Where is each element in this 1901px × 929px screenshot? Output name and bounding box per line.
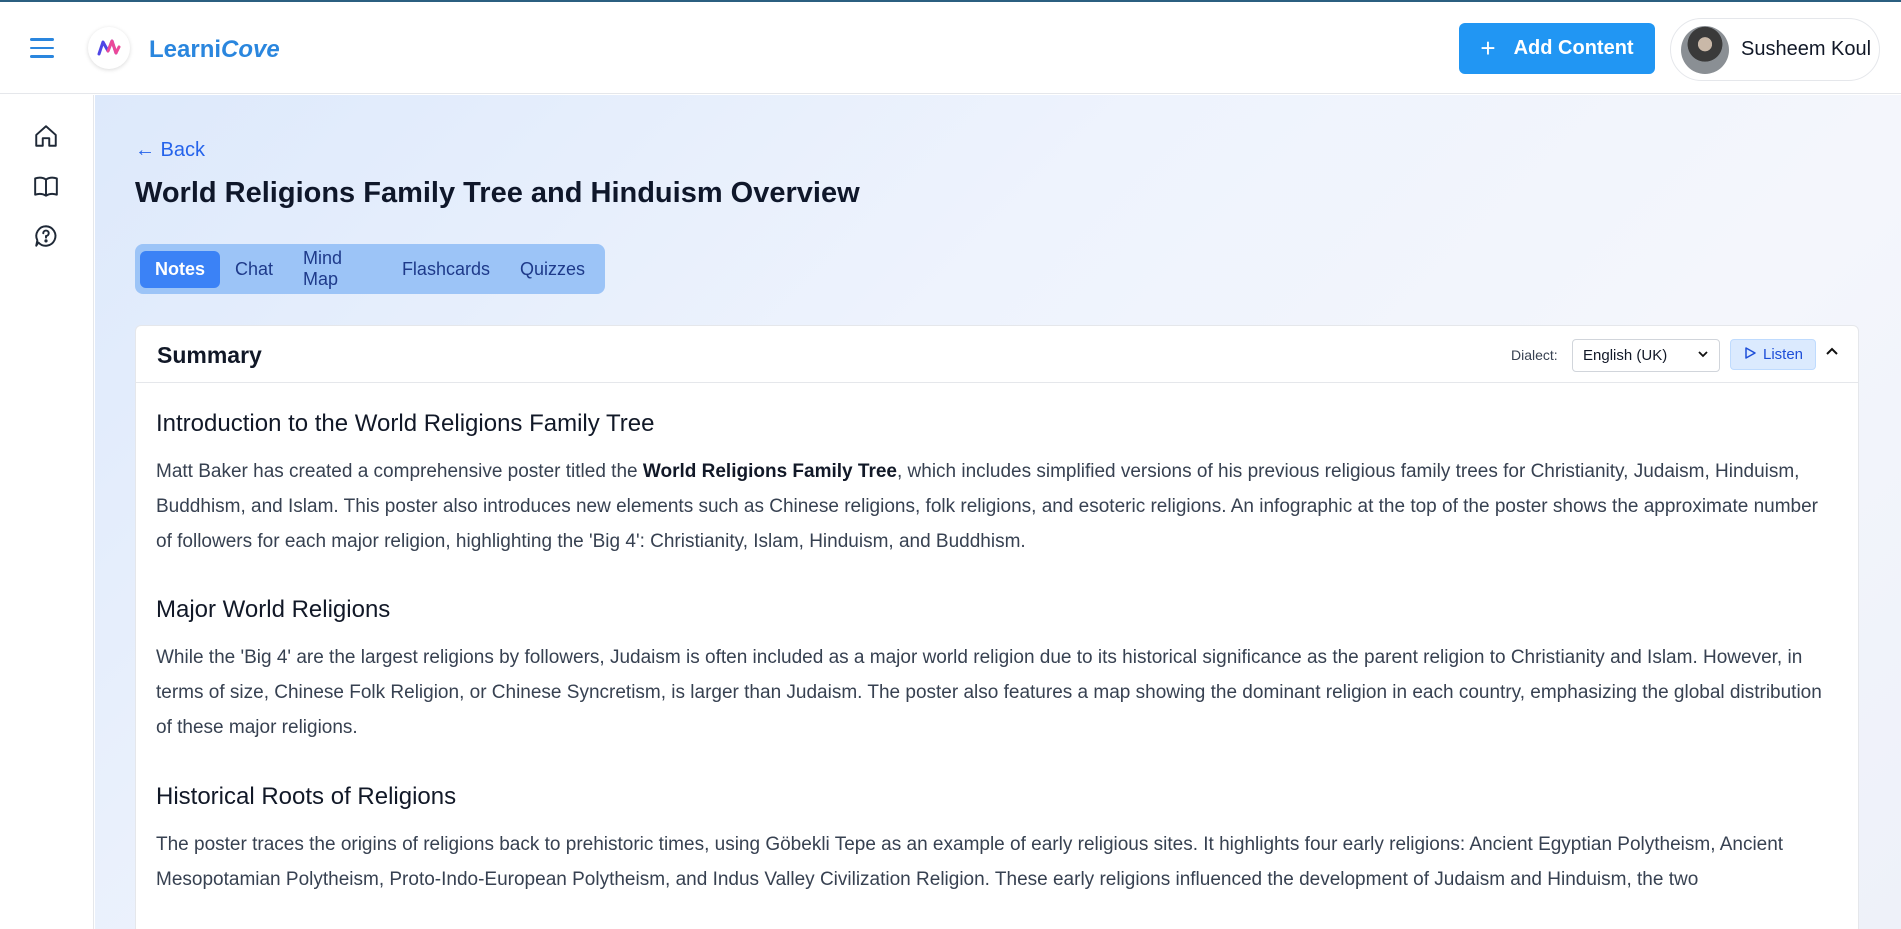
section-heading: Introduction to the World Religions Fami… [156, 410, 655, 437]
brand-logo[interactable] [88, 27, 130, 69]
main-content: ← Back World Religions Family Tree and H… [95, 95, 1901, 929]
user-profile-chip[interactable]: Susheem Koul [1670, 18, 1880, 81]
avatar [1681, 25, 1729, 74]
listen-button[interactable]: Listen [1730, 339, 1816, 370]
section-text: The poster traces the origins of religio… [156, 834, 1784, 890]
summary-title: Summary [157, 342, 262, 368]
chevron-down-icon [1697, 348, 1709, 363]
book-icon[interactable] [33, 173, 59, 199]
tab-bar: Notes Chat Mind Map Flashcards Quizzes [135, 244, 605, 294]
section-text: While the 'Big 4' are the largest religi… [156, 647, 1822, 738]
summary-section: Introduction to the World Religions Fami… [156, 410, 1838, 559]
summary-body: Introduction to the World Religions Fami… [136, 410, 1858, 897]
dialect-label: Dialect: [1511, 347, 1558, 363]
add-content-button[interactable]: + Add Content [1459, 23, 1655, 74]
tab-mind-map[interactable]: Mind Map [288, 240, 387, 298]
dialect-select[interactable]: English (UK) [1572, 339, 1720, 372]
brand-name[interactable]: LearniCove [149, 36, 280, 64]
add-content-label: Add Content [1513, 37, 1634, 59]
tab-flashcards[interactable]: Flashcards [387, 251, 505, 288]
dialect-value: English (UK) [1583, 347, 1668, 364]
listen-label: Listen [1762, 346, 1804, 363]
chevron-up-icon[interactable] [1824, 344, 1840, 360]
back-link[interactable]: ← Back [135, 139, 205, 162]
summary-card: Summary Dialect: English (UK) Listen Int… [135, 325, 1859, 929]
section-heading: Major World Religions [156, 596, 391, 623]
user-name: Susheem Koul [1741, 38, 1872, 60]
app-header: LearniCove + Add Content Susheem Koul [0, 2, 1901, 94]
summary-section: Major World Religions While the 'Big 4' … [156, 596, 1838, 745]
summary-header: Summary Dialect: English (UK) Listen [136, 326, 1858, 383]
tab-notes[interactable]: Notes [140, 250, 221, 288]
summary-section: Historical Roots of Religions The poster… [156, 783, 1838, 897]
sidebar [0, 95, 94, 929]
section-text: Matt Baker has created a comprehensive p… [156, 461, 1818, 552]
tab-chat[interactable]: Chat [220, 251, 288, 288]
plus-icon: + [1480, 33, 1496, 63]
chat-question-icon[interactable] [33, 223, 59, 249]
tab-quizzes[interactable]: Quizzes [505, 251, 600, 288]
page-title: World Religions Family Tree and Hinduism… [135, 177, 860, 209]
hamburger-menu-icon[interactable] [30, 38, 56, 60]
section-heading: Historical Roots of Religions [156, 783, 457, 810]
play-icon [1743, 346, 1757, 364]
home-icon[interactable] [33, 123, 59, 149]
